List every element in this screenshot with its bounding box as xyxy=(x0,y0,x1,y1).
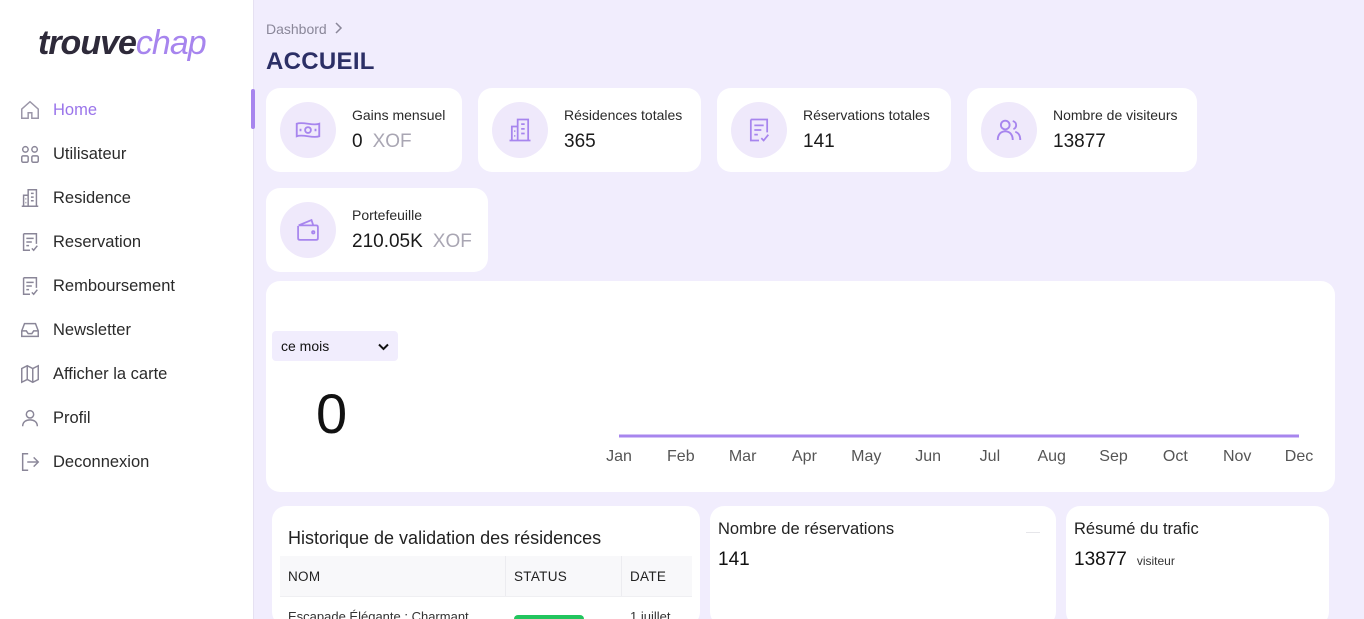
card-title: Historique de validation des résidences xyxy=(288,528,602,548)
card-title: Nombre de réservations xyxy=(718,520,895,538)
map-icon xyxy=(18,362,42,386)
stat-value: 210.05K XOF xyxy=(352,231,472,253)
stat-currency: XOF xyxy=(372,131,412,152)
x-tick-label: Sep xyxy=(1099,448,1128,465)
traffic-summary-card: Résumé du trafic 13877 visiteur xyxy=(1066,506,1329,619)
card-title: Résumé du trafic xyxy=(1074,520,1199,538)
x-tick-label: Jul xyxy=(980,448,1000,465)
receipt-check-icon xyxy=(731,102,787,158)
sidebar-item-profil[interactable]: Profil xyxy=(0,396,254,440)
stat-card-reservations: Réservations totales 141 xyxy=(717,88,951,172)
sidebar-item-reservation[interactable]: Reservation xyxy=(0,220,254,264)
chevron-right-icon xyxy=(333,21,343,37)
stat-currency: XOF xyxy=(432,231,472,252)
sidebar-item-label: Afficher la carte xyxy=(53,364,168,383)
x-tick-label: Apr xyxy=(792,448,818,465)
card-value: 141 xyxy=(718,549,750,570)
receipt-check-icon xyxy=(18,274,42,298)
x-tick-label: May xyxy=(851,448,881,465)
earnings-chart-card: ce mois 0 Jan Feb Mar Apr May Jun Jul Aug Sep Oct… xyxy=(266,281,1335,492)
x-tick-label: Mar xyxy=(729,448,757,465)
banknote-icon xyxy=(280,102,336,158)
sidebar-item-label: Residence xyxy=(53,188,131,207)
sidebar-item-label: Newsletter xyxy=(53,320,131,339)
sidebar: trouvechap Home Utilisateur Residence Re… xyxy=(0,0,255,619)
column-header-status[interactable]: STATUS xyxy=(506,556,622,596)
stat-label: Réservations totales xyxy=(803,107,930,123)
sidebar-item-remboursement[interactable]: Remboursement xyxy=(0,264,254,308)
status-badge xyxy=(514,615,584,619)
sidebar-nav: Home Utilisateur Residence Reservation R… xyxy=(0,88,255,484)
period-select-value: ce mois xyxy=(281,338,330,354)
sidebar-item-residence[interactable]: Residence xyxy=(0,176,254,220)
x-tick-label: Nov xyxy=(1223,448,1251,465)
users-grid-icon xyxy=(18,142,42,166)
history-table: NOM STATUS DATE Escapade Élégante : Char… xyxy=(280,556,692,619)
sidebar-item-label: Profil xyxy=(53,408,91,427)
reservations-count-card: Nombre de réservations 141 xyxy=(710,506,1056,619)
stat-value-number: 0 xyxy=(352,131,363,152)
stat-card-visiteurs: Nombre de visiteurs 13877 xyxy=(967,88,1197,172)
sidebar-item-label: Home xyxy=(53,100,98,119)
stat-label: Portefeuille xyxy=(352,207,423,223)
sidebar-item-label: Utilisateur xyxy=(53,144,127,163)
building-icon xyxy=(18,186,42,210)
cell-date: 1 juillet xyxy=(630,609,671,619)
logo-text-part1: trouve xyxy=(38,24,137,62)
sidebar-item-newsletter[interactable]: Newsletter xyxy=(0,308,254,352)
stat-value: 365 xyxy=(564,131,596,152)
home-icon xyxy=(18,98,42,122)
building-icon xyxy=(492,102,548,158)
breadcrumb: Dashbord xyxy=(266,21,343,37)
stat-value-number: 210.05K xyxy=(352,231,423,252)
stat-card-portefeuille: Portefeuille 210.05K XOF xyxy=(266,188,488,272)
x-tick-label: Oct xyxy=(1163,448,1188,465)
table-row[interactable]: Escapade Élégante : Charmant 1 juillet xyxy=(280,596,692,619)
receipt-icon xyxy=(18,230,42,254)
stat-label: Nombre de visiteurs xyxy=(1053,107,1178,123)
column-header-date[interactable]: DATE xyxy=(622,556,692,596)
stat-value: 13877 xyxy=(1053,131,1106,152)
monthly-line-chart: Jan Feb Mar Apr May Jun Jul Aug Sep Oct Nov Dec xyxy=(606,434,1313,465)
sidebar-item-afficher-la-carte[interactable]: Afficher la carte xyxy=(0,352,254,396)
wallet-icon xyxy=(280,202,336,258)
inbox-icon xyxy=(18,318,42,342)
sidebar-item-home[interactable]: Home xyxy=(0,88,255,132)
users-icon xyxy=(981,102,1037,158)
chevron-down-icon xyxy=(378,338,389,354)
logo[interactable]: trouvechap xyxy=(38,24,207,63)
stat-value: 141 xyxy=(803,131,835,152)
traffic-unit: visiteur xyxy=(1136,554,1175,568)
sidebar-item-label: Reservation xyxy=(53,232,142,251)
x-tick-label: Feb xyxy=(667,448,695,465)
sidebar-item-label: Remboursement xyxy=(53,276,175,295)
sidebar-item-utilisateur[interactable]: Utilisateur xyxy=(0,132,254,176)
period-select[interactable]: ce mois xyxy=(272,331,398,361)
logo-text-part2: chap xyxy=(135,24,207,62)
page-title: ACCUEIL xyxy=(266,48,375,75)
stat-label: Gains mensuel xyxy=(352,107,446,123)
stat-card-gains: Gains mensuel 0 XOF xyxy=(266,88,462,172)
stat-label: Résidences totales xyxy=(564,107,683,123)
x-tick-label: Aug xyxy=(1037,448,1065,465)
x-tick-label: Dec xyxy=(1285,448,1313,465)
column-header-nom[interactable]: NOM xyxy=(280,556,506,596)
user-icon xyxy=(18,406,42,430)
card-value: 13877 visiteur xyxy=(1074,549,1175,571)
x-tick-label: Jan xyxy=(606,448,632,465)
stat-value: 0 XOF xyxy=(352,131,445,153)
period-total-value: 0 xyxy=(316,382,348,445)
breadcrumb-item[interactable]: Dashbord xyxy=(266,21,327,37)
sidebar-item-label: Deconnexion xyxy=(53,452,150,471)
divider xyxy=(1026,532,1040,533)
stat-card-residences: Résidences totales 365 xyxy=(478,88,701,172)
logout-icon xyxy=(18,450,42,474)
cell-status xyxy=(506,597,622,619)
cell-nom: Escapade Élégante : Charmant xyxy=(288,609,469,619)
x-tick-label: Jun xyxy=(915,448,941,465)
table-header: NOM STATUS DATE xyxy=(280,556,692,596)
traffic-value: 13877 xyxy=(1074,549,1127,570)
sidebar-item-deconnexion[interactable]: Deconnexion xyxy=(0,440,254,484)
residence-validation-history-card: Historique de validation des résidences … xyxy=(272,506,700,619)
